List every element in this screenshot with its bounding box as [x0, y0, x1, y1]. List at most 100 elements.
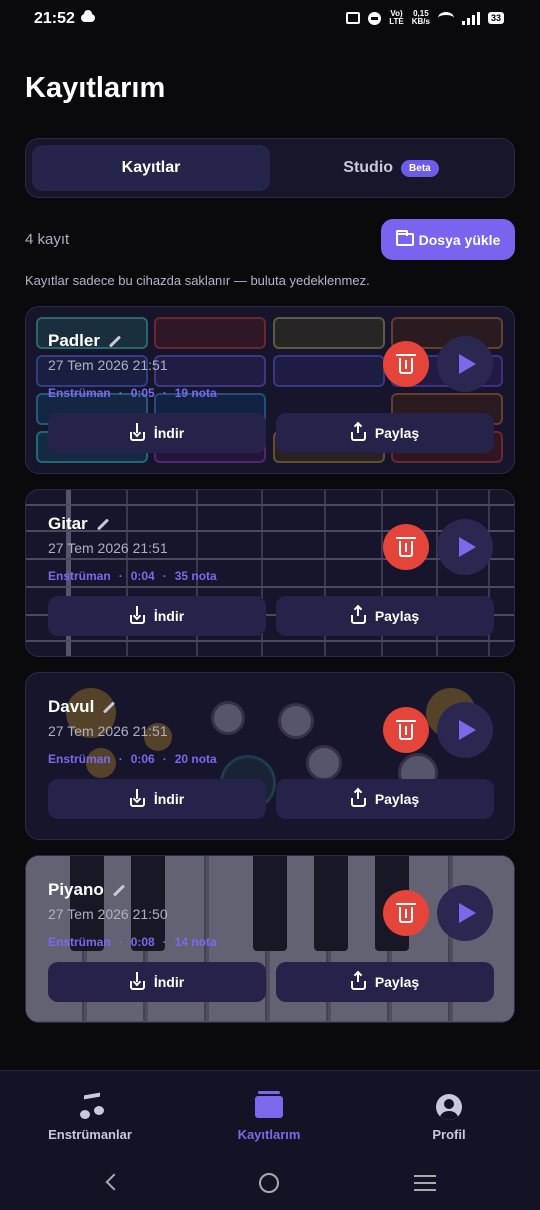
vibrate-icon [346, 12, 361, 24]
status-icons: Vo) LTE 0,15 KB/s 33 [346, 10, 504, 26]
tab-studio-label: Studio [343, 159, 394, 176]
delete-button[interactable] [383, 341, 429, 387]
play-icon [459, 720, 476, 740]
back-icon[interactable] [105, 1173, 123, 1191]
recording-card-piyano: Piyano 27 Tem 2026 21:50 Enstrüman · 0:0… [25, 855, 515, 1023]
share-icon [350, 971, 366, 990]
recording-name-text: Davul [48, 697, 95, 716]
share-icon [350, 605, 366, 624]
home-icon[interactable] [259, 1173, 279, 1193]
recording-note-count: 19 nota [174, 386, 217, 400]
play-button[interactable] [437, 519, 493, 575]
download-button[interactable]: İndir [48, 779, 266, 819]
cloud-icon [81, 10, 95, 22]
status-bar: 21:52 Vo) LTE 0,15 KB/s 33 [0, 0, 540, 40]
signal-icon [461, 11, 480, 25]
recording-name-text: Gitar [48, 514, 88, 533]
share-button[interactable]: Paylaş [276, 962, 494, 1002]
download-label: İndir [153, 974, 185, 990]
system-navigation-bar [0, 1160, 540, 1210]
share-label: Paylaş [374, 608, 420, 624]
trash-icon [396, 537, 416, 557]
play-button[interactable] [437, 702, 493, 758]
recording-count: 4 kayıt [25, 231, 70, 248]
delete-button[interactable] [383, 890, 429, 936]
do-not-disturb-icon [368, 11, 382, 25]
delete-button[interactable] [383, 707, 429, 753]
share-icon [350, 422, 366, 441]
menu-icon[interactable] [414, 1175, 436, 1177]
edit-name-icon[interactable] [96, 517, 109, 531]
edit-name-icon[interactable] [108, 334, 121, 348]
nav-item-enstrumanlar[interactable]: Enstrümanlar [10, 1091, 170, 1142]
download-button[interactable]: İndir [48, 962, 266, 1002]
trash-icon [396, 354, 416, 374]
recordings-stack-icon [255, 1091, 283, 1118]
play-button[interactable] [437, 885, 493, 941]
download-button[interactable]: İndir [48, 413, 266, 453]
trash-icon [396, 720, 416, 740]
download-button[interactable]: İndir [48, 596, 266, 636]
upload-file-button[interactable]: Dosya yükle [381, 219, 515, 260]
status-time: 21:52 [34, 10, 75, 27]
recording-type: Enstrüman [48, 935, 111, 949]
tab-kayitlar[interactable]: Kayıtlar [32, 145, 270, 191]
play-button[interactable] [437, 336, 493, 392]
share-icon [350, 788, 366, 807]
share-label: Paylaş [374, 425, 420, 441]
recording-type: Enstrüman [48, 752, 111, 766]
recording-duration: 0:08 [130, 935, 155, 949]
recording-card-gitar: Gitar 27 Tem 2026 21:51 Enstrüman · 0:04… [25, 489, 515, 657]
nav-label: Enstrümanlar [48, 1127, 132, 1142]
recording-note-count: 20 nota [174, 752, 217, 766]
delete-button[interactable] [383, 524, 429, 570]
recording-duration: 0:04 [130, 569, 155, 583]
edit-name-icon[interactable] [112, 883, 125, 897]
nav-label: Profil [432, 1127, 466, 1142]
play-icon [459, 354, 476, 374]
trash-icon [396, 903, 416, 923]
download-icon [129, 971, 145, 990]
upload-file-label: Dosya yükle [418, 231, 501, 248]
folder-icon [395, 230, 414, 246]
nav-label: Kayıtlarım [237, 1127, 301, 1142]
recording-type: Enstrüman [48, 569, 111, 583]
nav-item-kayitlarim[interactable]: Kayıtlarım [189, 1091, 349, 1142]
page-title: Kayıtlarım [25, 72, 166, 104]
recording-note-count: 35 nota [174, 569, 217, 583]
recording-duration: 0:06 [130, 752, 155, 766]
share-button[interactable]: Paylaş [276, 596, 494, 636]
music-note-icon [80, 1094, 100, 1120]
recording-name: Padler [48, 331, 122, 351]
recording-card-padler: Padler 27 Tem 2026 21:51 Enstrüman · 0:0… [25, 306, 515, 474]
battery-icon: 33 [487, 12, 504, 24]
segmented-tabs: Kayıtlar Studio Beta [25, 138, 515, 198]
recording-name: Davul [48, 697, 116, 717]
wifi-icon [437, 12, 454, 24]
share-label: Paylaş [374, 974, 420, 990]
recording-name-text: Piyano [48, 880, 104, 899]
volte-indicator: Vo) LTE [389, 10, 404, 26]
recording-date: 27 Tem 2026 21:51 [48, 540, 168, 556]
nav-item-profil[interactable]: Profil [369, 1091, 529, 1142]
recording-name: Gitar [48, 514, 110, 534]
local-storage-note: Kayıtlar sadece bu cihazda saklanır — bu… [25, 273, 370, 288]
download-icon [129, 422, 145, 441]
beta-badge: Beta [401, 159, 439, 177]
download-label: İndir [153, 791, 185, 807]
edit-name-icon[interactable] [103, 700, 116, 714]
download-icon [129, 788, 145, 807]
recording-name: Piyano [48, 880, 126, 900]
recording-date: 27 Tem 2026 21:51 [48, 357, 168, 373]
recording-meta: Enstrüman · 0:06 · 20 nota [48, 752, 217, 766]
recording-meta: Enstrüman · 0:08 · 14 nota [48, 935, 217, 949]
share-button[interactable]: Paylaş [276, 413, 494, 453]
share-button[interactable]: Paylaş [276, 779, 494, 819]
speed-unit: KB/s [411, 17, 430, 26]
recording-name-text: Padler [48, 331, 100, 350]
profile-icon [436, 1094, 462, 1120]
share-label: Paylaş [374, 791, 420, 807]
tab-studio[interactable]: Studio Beta [272, 145, 510, 191]
recording-meta: Enstrüman · 0:04 · 35 nota [48, 569, 217, 583]
download-label: İndir [153, 608, 185, 624]
